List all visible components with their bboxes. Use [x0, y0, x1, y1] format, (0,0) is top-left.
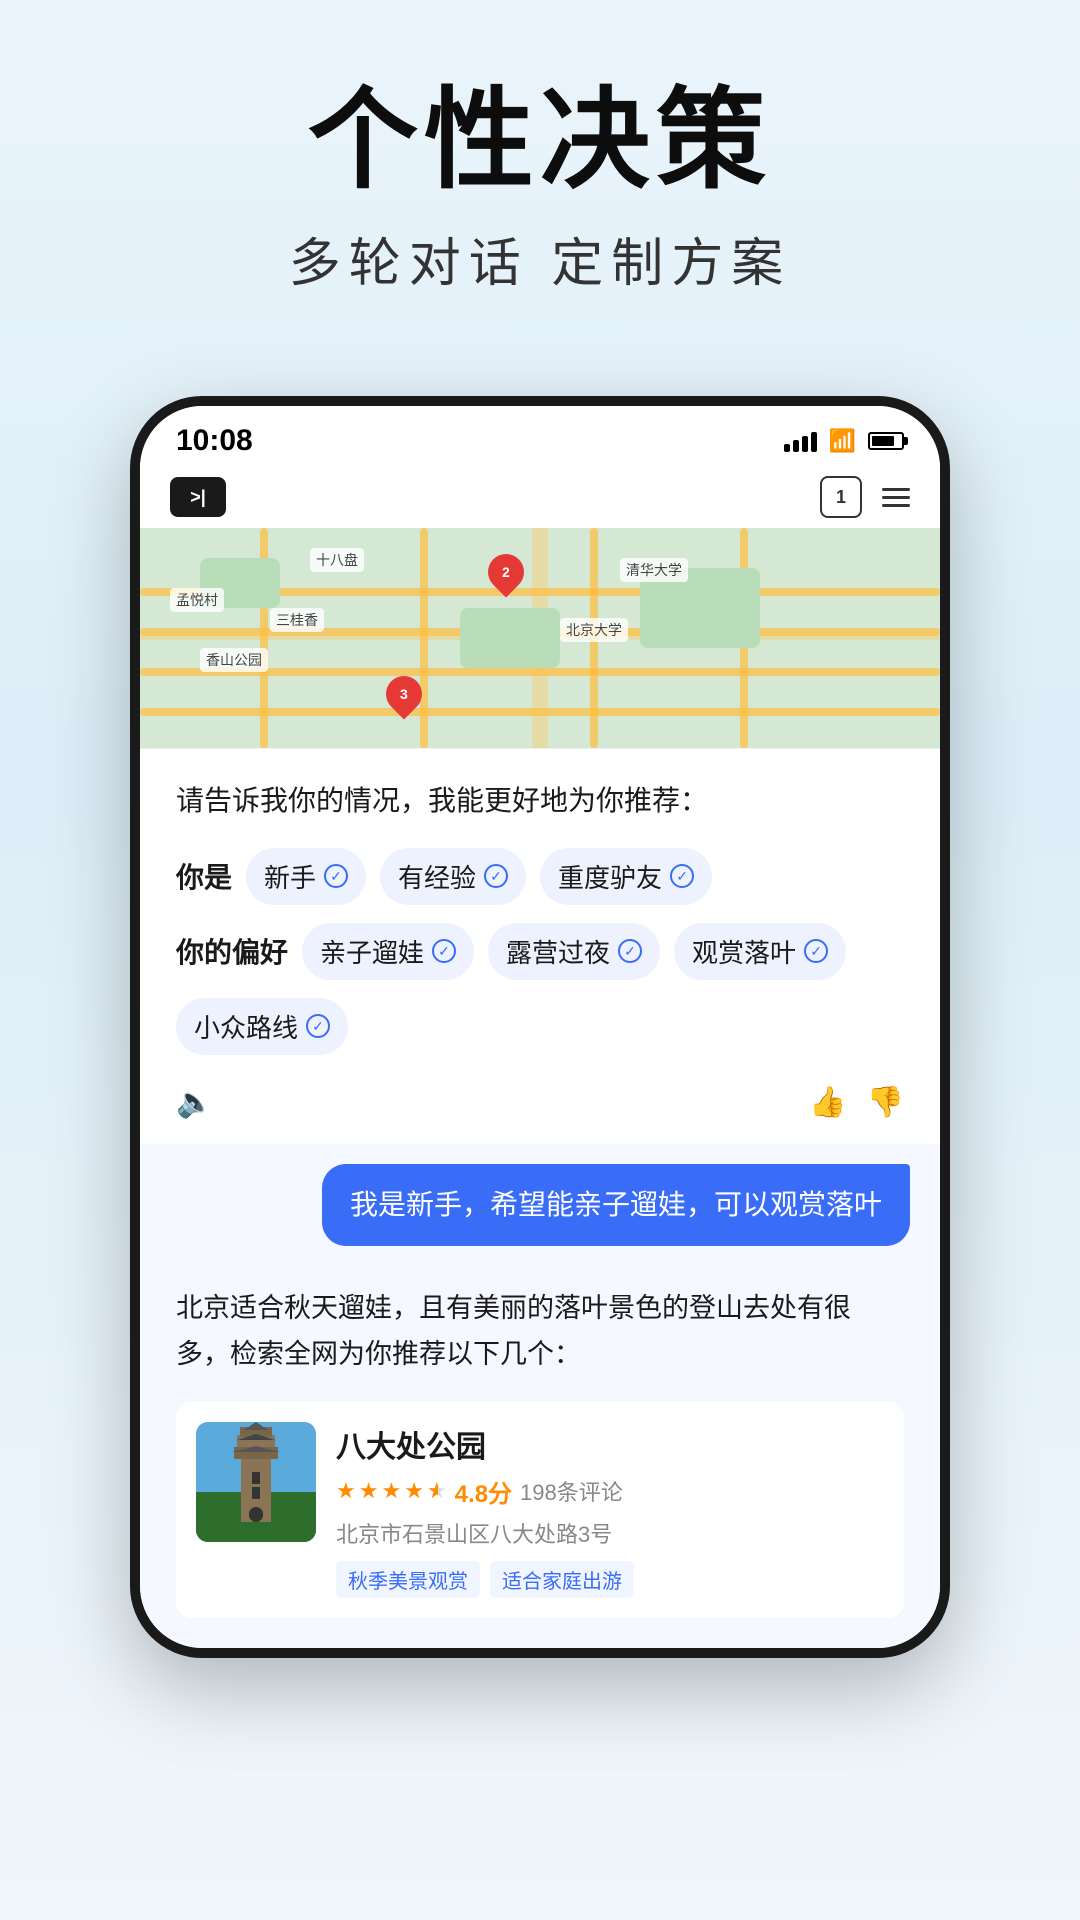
app-logo[interactable]: >|	[170, 477, 226, 517]
poi-stars: ★ ★ ★ ★ ★ ★	[336, 1478, 447, 1504]
poi-tag-2: 适合家庭出游	[490, 1561, 634, 1598]
ai-intro-text: 请告诉我你的情况，我能更好地为你推荐：	[176, 779, 904, 824]
map-label: 清华大学	[620, 558, 688, 582]
experience-label: 你是	[176, 856, 232, 896]
map-green-area	[460, 608, 560, 668]
map-area: 十八盘 孟悦村 三桂香 清华大学 北京大学 香山公园 2 3	[140, 528, 940, 748]
star-3: ★	[381, 1478, 401, 1504]
option-chip-niche[interactable]: 小众路线 ✓	[176, 998, 348, 1055]
option-chip-experienced[interactable]: 有经验 ✓	[380, 848, 526, 905]
preference-options-row: 你的偏好 亲子遛娃 ✓ 露营过夜 ✓ 观赏落叶 ✓	[176, 923, 904, 980]
star-1: ★	[336, 1478, 356, 1504]
experience-options-row: 你是 新手 ✓ 有经验 ✓ 重度驴友 ✓	[176, 848, 904, 905]
notification-button[interactable]: 1	[820, 476, 862, 518]
chip-label: 有经验	[398, 858, 476, 895]
status-time: 10:08	[176, 424, 253, 458]
option-chip-camping[interactable]: 露营过夜 ✓	[488, 923, 660, 980]
map-label: 北京大学	[560, 618, 628, 642]
audio-icon[interactable]: 🔈	[176, 1085, 213, 1120]
thumbdown-icon[interactable]: 👎	[867, 1085, 904, 1120]
poi-card[interactable]: 八大处公园 ★ ★ ★ ★ ★ ★	[176, 1402, 904, 1618]
option-chip-beginner[interactable]: 新手 ✓	[246, 848, 366, 905]
check-icon: ✓	[670, 864, 694, 888]
preference-options-row-2: 小众路线 ✓	[176, 998, 904, 1055]
poi-image	[196, 1422, 316, 1542]
battery-icon	[868, 432, 904, 450]
star-5: ★ ★	[427, 1478, 447, 1504]
poi-address: 北京市石景山区八大处路3号	[336, 1517, 884, 1549]
check-icon: ✓	[306, 1014, 330, 1038]
menu-button[interactable]	[882, 488, 910, 507]
status-bar: 10:08 📶	[140, 406, 940, 466]
option-chip-family[interactable]: 亲子遛娃 ✓	[302, 923, 474, 980]
bubble-actions: 🔈 👍 👎	[176, 1075, 904, 1120]
map-label: 三桂香	[270, 608, 324, 632]
wifi-icon: 📶	[829, 428, 856, 454]
poi-tower-svg	[196, 1422, 316, 1542]
star-4: ★	[404, 1478, 424, 1504]
star-2: ★	[359, 1478, 379, 1504]
top-section: 个性决策 多轮对话 定制方案	[0, 0, 1080, 356]
poi-rating: ★ ★ ★ ★ ★ ★ 4.8分 198条评论	[336, 1474, 884, 1509]
user-chat-bubble-wrap: 我是新手，希望能亲子遛娃，可以观赏落叶	[140, 1144, 940, 1266]
chip-label: 重度驴友	[558, 858, 662, 895]
user-bubble: 我是新手，希望能亲子遛娃，可以观赏落叶	[322, 1164, 910, 1246]
signal-icon	[784, 430, 817, 452]
poi-info: 八大处公园 ★ ★ ★ ★ ★ ★	[336, 1422, 884, 1598]
check-icon: ✓	[324, 864, 348, 888]
option-chip-hardcore[interactable]: 重度驴友 ✓	[540, 848, 712, 905]
ai-chat-bubble: 请告诉我你的情况，我能更好地为你推荐： 你是 新手 ✓ 有经验 ✓ 重度驴友 ✓	[140, 748, 940, 1144]
main-title: 个性决策	[60, 80, 1020, 201]
status-icons: 📶	[784, 428, 904, 454]
poi-tag-1: 秋季美景观赏	[336, 1561, 480, 1598]
map-label: 香山公园	[200, 648, 268, 672]
rating-count: 198条评论	[520, 1475, 623, 1507]
map-label: 孟悦村	[170, 588, 224, 612]
check-icon: ✓	[432, 939, 456, 963]
rating-score: 4.8分	[455, 1474, 512, 1509]
poi-tags: 秋季美景观赏 适合家庭出游	[336, 1561, 884, 1598]
poi-name: 八大处公园	[336, 1422, 884, 1466]
phone-mockup: 10:08 📶 >| 1	[130, 396, 950, 1658]
chip-label: 亲子遛娃	[320, 933, 424, 970]
map-label: 十八盘	[310, 548, 364, 572]
preference-label: 你的偏好	[176, 931, 288, 971]
sub-title: 多轮对话 定制方案	[60, 221, 1020, 296]
option-chip-foliage[interactable]: 观赏落叶 ✓	[674, 923, 846, 980]
recommendation-section: 北京适合秋天遛娃，且有美丽的落叶景色的登山去处有很多，检索全网为你推荐以下几个：	[140, 1266, 940, 1648]
nav-right: 1	[820, 476, 910, 518]
check-icon: ✓	[484, 864, 508, 888]
phone-mockup-wrap: 10:08 📶 >| 1	[0, 396, 1080, 1658]
map-road	[420, 528, 428, 748]
rec-intro-text: 北京适合秋天遛娃，且有美丽的落叶景色的登山去处有很多，检索全网为你推荐以下几个：	[176, 1286, 904, 1378]
check-icon: ✓	[618, 939, 642, 963]
check-icon: ✓	[804, 939, 828, 963]
app-navbar: >| 1	[140, 466, 940, 528]
chip-label: 观赏落叶	[692, 933, 796, 970]
action-icons: 👍 👎	[809, 1085, 904, 1120]
chip-label: 新手	[264, 858, 316, 895]
chip-label: 露营过夜	[506, 933, 610, 970]
chip-label: 小众路线	[194, 1008, 298, 1045]
thumbup-icon[interactable]: 👍	[809, 1085, 846, 1120]
